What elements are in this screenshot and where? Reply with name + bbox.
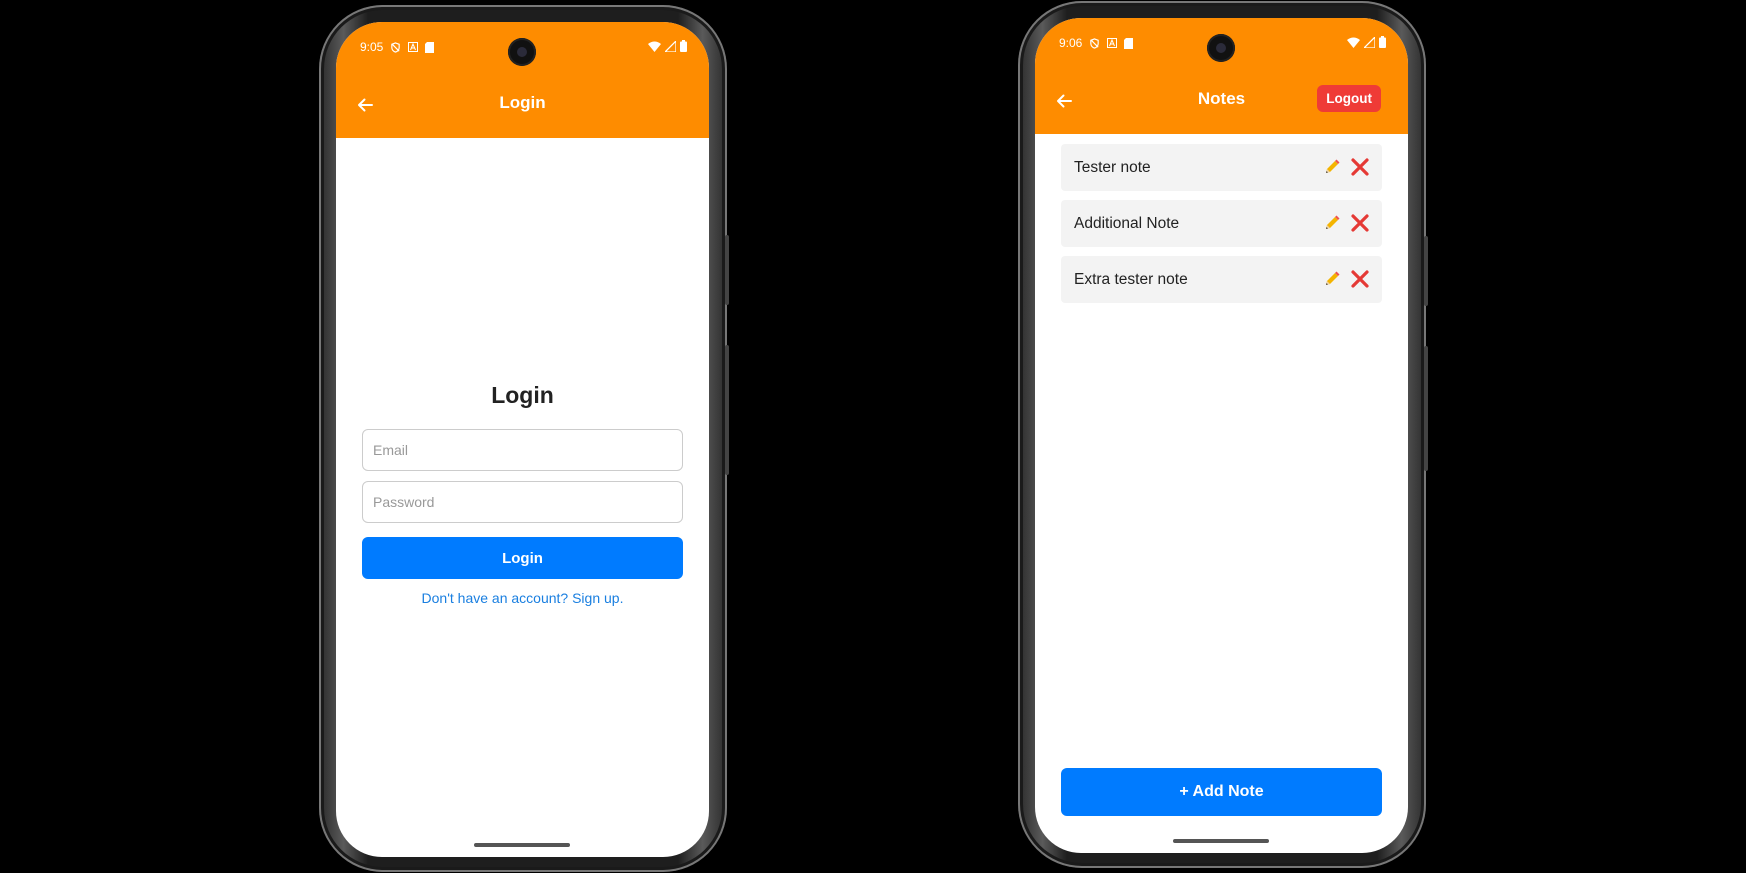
pencil-icon[interactable] [1322, 157, 1342, 177]
pencil-icon[interactable] [1322, 269, 1342, 289]
sim-card-icon [425, 41, 435, 53]
status-bar: 9:05 [336, 22, 709, 72]
font-a-icon [1107, 38, 1118, 48]
status-time: 9:06 [1059, 36, 1083, 50]
front-camera [508, 38, 536, 66]
red-x-icon[interactable] [1350, 157, 1370, 177]
email-input[interactable] [362, 429, 683, 471]
login-screen: 9:05 Login Login Login Don't have an acc… [336, 22, 709, 857]
phone-frame-notes: 9:06 Notes Logout Tester note Additional… [1018, 1, 1428, 868]
home-indicator[interactable] [1173, 839, 1269, 843]
password-input[interactable] [362, 481, 683, 523]
status-bar: 9:06 [1035, 18, 1408, 68]
note-text: Extra tester note [1074, 271, 1188, 288]
login-heading: Login [491, 382, 554, 408]
header-title: Login [499, 93, 546, 112]
front-camera [1207, 34, 1235, 62]
logout-button[interactable]: Logout [1317, 85, 1381, 112]
signal-icon [1364, 36, 1375, 48]
app-header: Notes Logout [1035, 68, 1408, 134]
red-x-icon[interactable] [1350, 269, 1370, 289]
status-time: 9:05 [360, 40, 384, 54]
add-note-button[interactable]: + Add Note [1061, 768, 1382, 816]
font-a-icon [408, 42, 419, 52]
signal-icon [665, 40, 676, 52]
sim-card-icon [1124, 37, 1134, 49]
app-header: Login [336, 72, 709, 138]
note-item[interactable]: Extra tester note [1061, 256, 1382, 303]
note-text: Tester note [1074, 159, 1151, 176]
wifi-icon [648, 41, 661, 52]
note-item[interactable]: Additional Note [1061, 200, 1382, 247]
phone-frame-login: 9:05 Login Login Login Don't have an acc… [319, 5, 729, 872]
shield-off-icon [1090, 37, 1100, 49]
note-item[interactable]: Tester note [1061, 144, 1382, 191]
pencil-icon[interactable] [1322, 213, 1342, 233]
home-indicator[interactable] [474, 843, 570, 847]
wifi-icon [1347, 37, 1360, 48]
note-text: Additional Note [1074, 215, 1180, 232]
battery-icon [680, 40, 687, 52]
shield-off-icon [391, 41, 401, 53]
login-button[interactable]: Login [362, 537, 683, 579]
notes-screen: 9:06 Notes Logout Tester note Additional… [1035, 18, 1408, 853]
signup-link[interactable]: Don't have an account? Sign up. [336, 590, 709, 606]
red-x-icon[interactable] [1350, 213, 1370, 233]
battery-icon [1379, 36, 1386, 48]
